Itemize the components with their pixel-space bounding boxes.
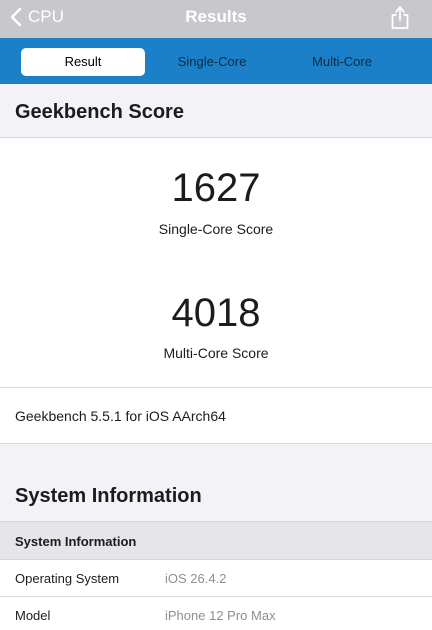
version-row: Geekbench 5.5.1 for iOS AArch64 [0, 388, 432, 444]
row-key: Model [15, 608, 51, 623]
tab-single-core[interactable]: Single-Core [150, 48, 274, 76]
geekbench-score-header: Geekbench Score [0, 84, 432, 138]
row-key: Operating System [15, 571, 120, 586]
share-icon [391, 6, 409, 29]
section-title: Geekbench Score [15, 101, 184, 123]
table-row: Model iPhone 12 Pro Max [0, 597, 432, 630]
segmented-control: Result Single-Core Multi-Core [0, 38, 432, 84]
system-information-subheader: System Information [0, 522, 432, 560]
subheader-label: System Information [15, 534, 137, 549]
version-text: Geekbench 5.5.1 for iOS AArch64 [15, 408, 226, 424]
multi-core-score-value: 4018 [171, 291, 261, 335]
system-information-header: System Information [0, 444, 432, 522]
score-panel: 1627 Single-Core Score 4018 Multi-Core S… [0, 138, 432, 388]
row-value: iOS 26.4.2 [165, 571, 227, 586]
row-value: iPhone 12 Pro Max [165, 608, 276, 623]
single-core-score-label: Single-Core Score [158, 221, 274, 237]
page-title: Results [185, 7, 247, 26]
navigation-bar: CPU Results [0, 0, 432, 38]
section-title: System Information [15, 485, 202, 507]
tab-result[interactable]: Result [21, 48, 145, 76]
tab-multi-core[interactable]: Multi-Core [280, 48, 404, 76]
share-button[interactable] [390, 4, 410, 30]
multi-core-score-label: Multi-Core Score [163, 345, 269, 361]
single-core-score-value: 1627 [171, 166, 261, 210]
table-row: Operating System iOS 26.4.2 [0, 560, 432, 597]
